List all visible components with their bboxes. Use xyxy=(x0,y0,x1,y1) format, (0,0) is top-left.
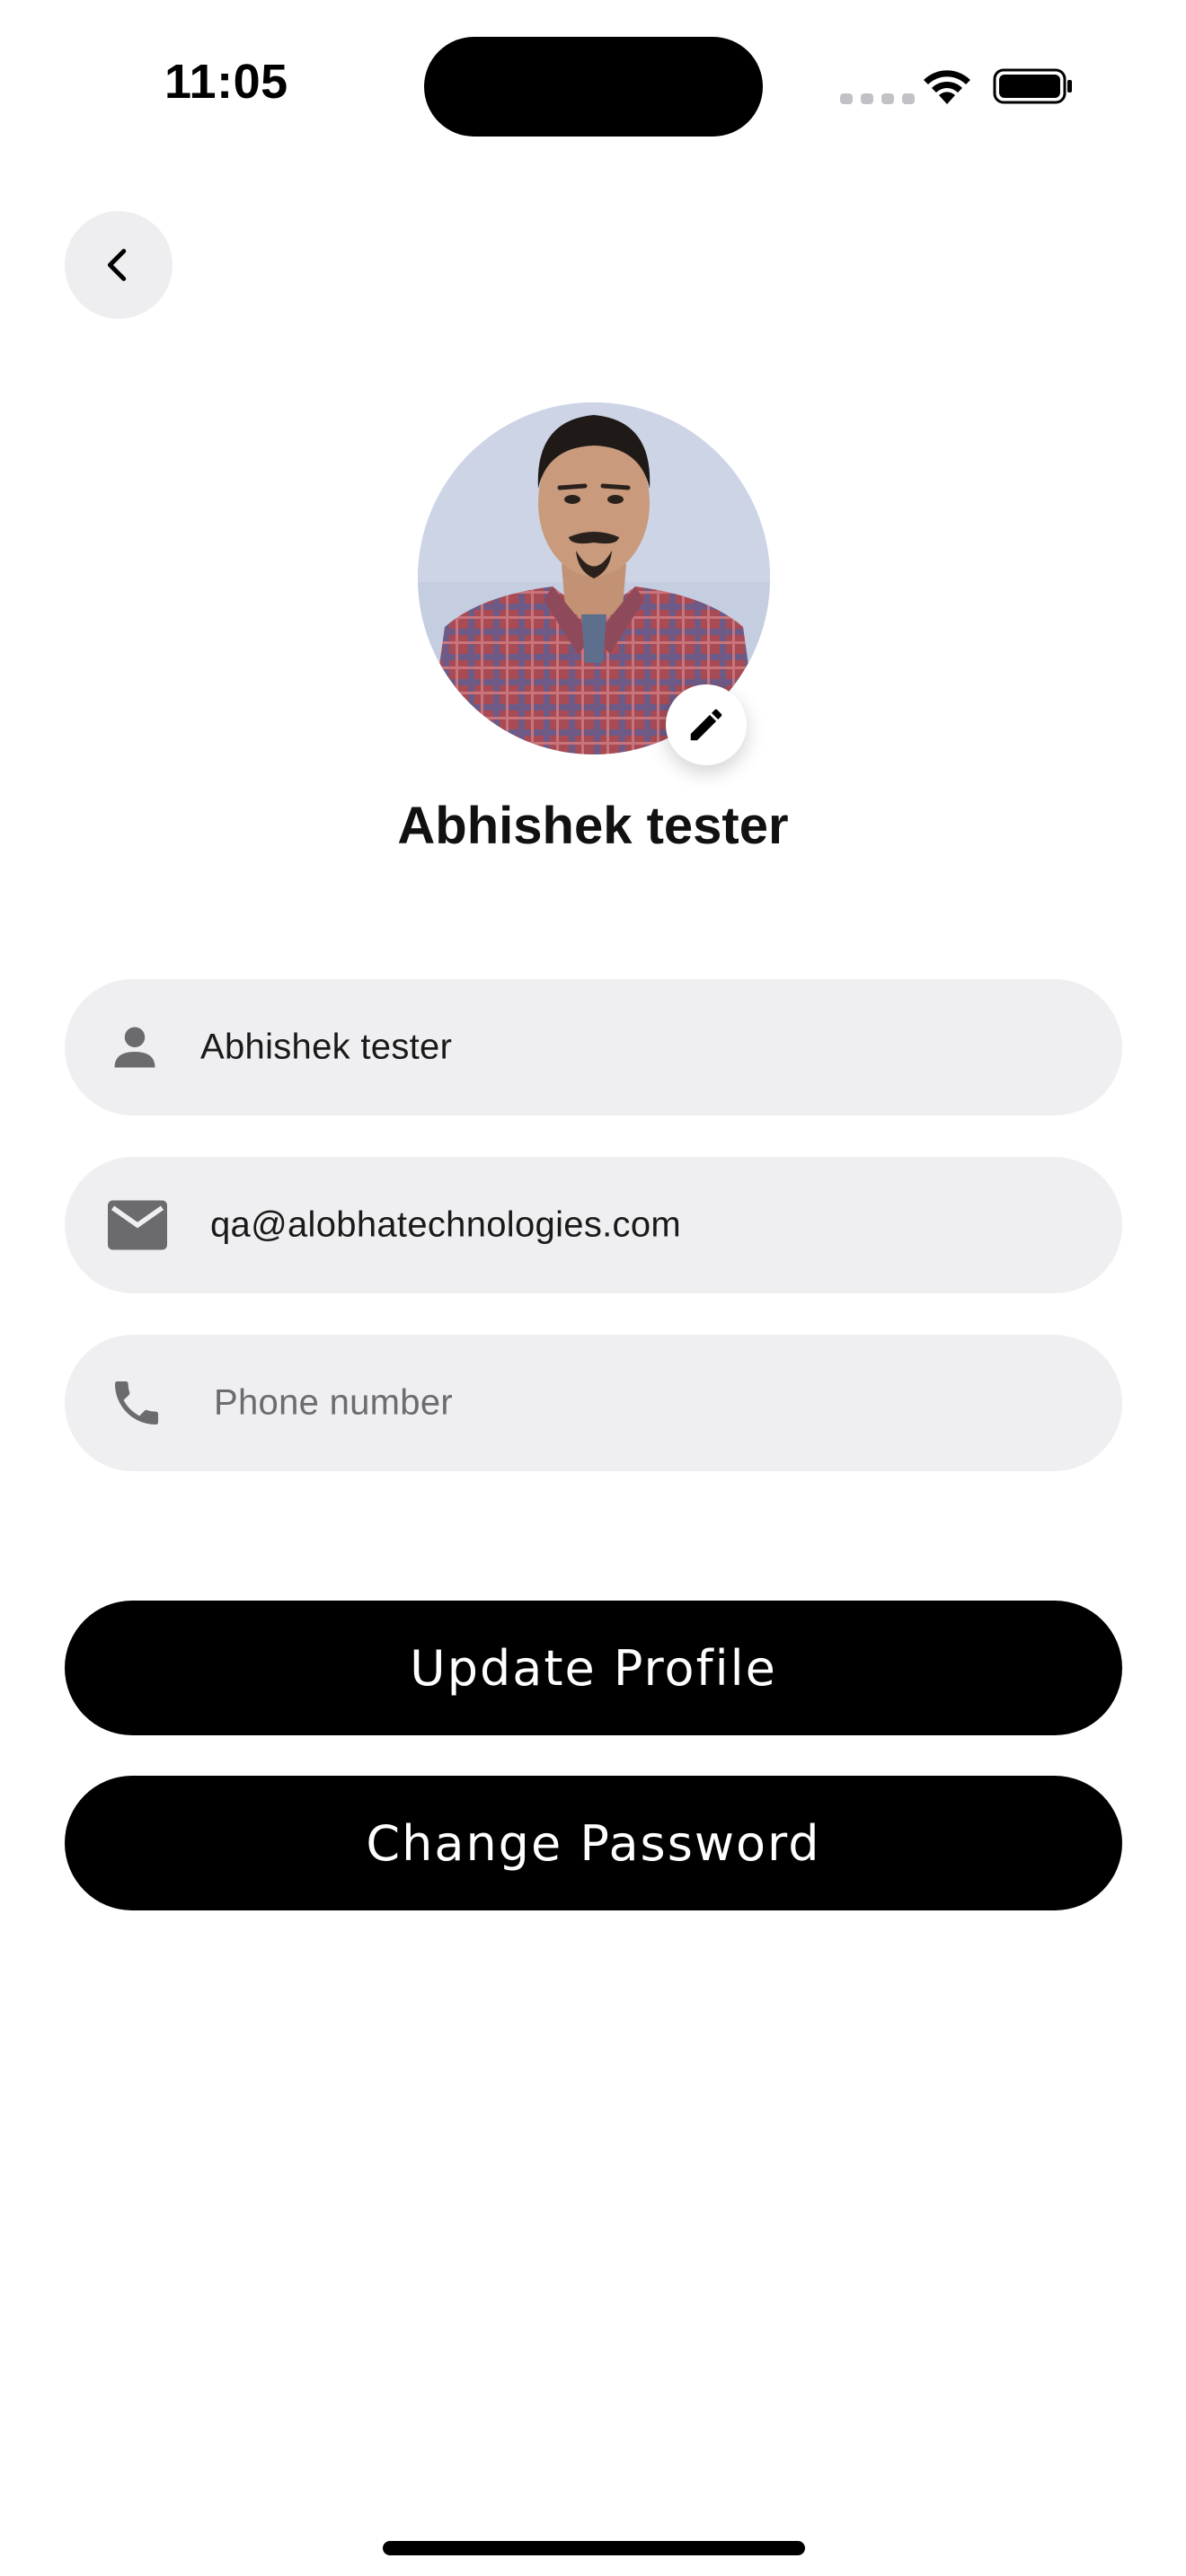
update-profile-button[interactable]: Update Profile xyxy=(65,1601,1122,1735)
edit-avatar-button[interactable] xyxy=(666,684,747,765)
mail-icon xyxy=(108,1200,167,1250)
chevron-left-icon xyxy=(107,249,127,281)
phone-field[interactable]: Phone number xyxy=(65,1335,1122,1471)
status-time: 11:05 xyxy=(164,55,288,109)
person-icon xyxy=(114,1027,155,1068)
phone-icon xyxy=(115,1381,158,1425)
email-input[interactable]: qa@alobhatechnologies.com xyxy=(210,1205,681,1246)
pencil-icon xyxy=(690,709,722,741)
phone-input[interactable]: Phone number xyxy=(214,1383,453,1424)
dynamic-island xyxy=(424,37,763,137)
email-field[interactable]: qa@alobhatechnologies.com xyxy=(65,1157,1122,1293)
change-password-button[interactable]: Change Password xyxy=(65,1776,1122,1910)
wifi-icon xyxy=(924,70,970,104)
battery-icon xyxy=(993,68,1072,104)
name-input[interactable]: Abhishek tester xyxy=(200,1028,452,1068)
cellular-signal-icon xyxy=(840,93,915,104)
edit-profile-screen: 11:05 Abhishek tester Abhishek tester qa… xyxy=(0,0,1186,2576)
name-field[interactable]: Abhishek tester xyxy=(65,979,1122,1116)
profile-name: Abhishek tester xyxy=(397,797,789,855)
home-indicator xyxy=(383,2541,805,2555)
back-button[interactable] xyxy=(65,211,173,319)
